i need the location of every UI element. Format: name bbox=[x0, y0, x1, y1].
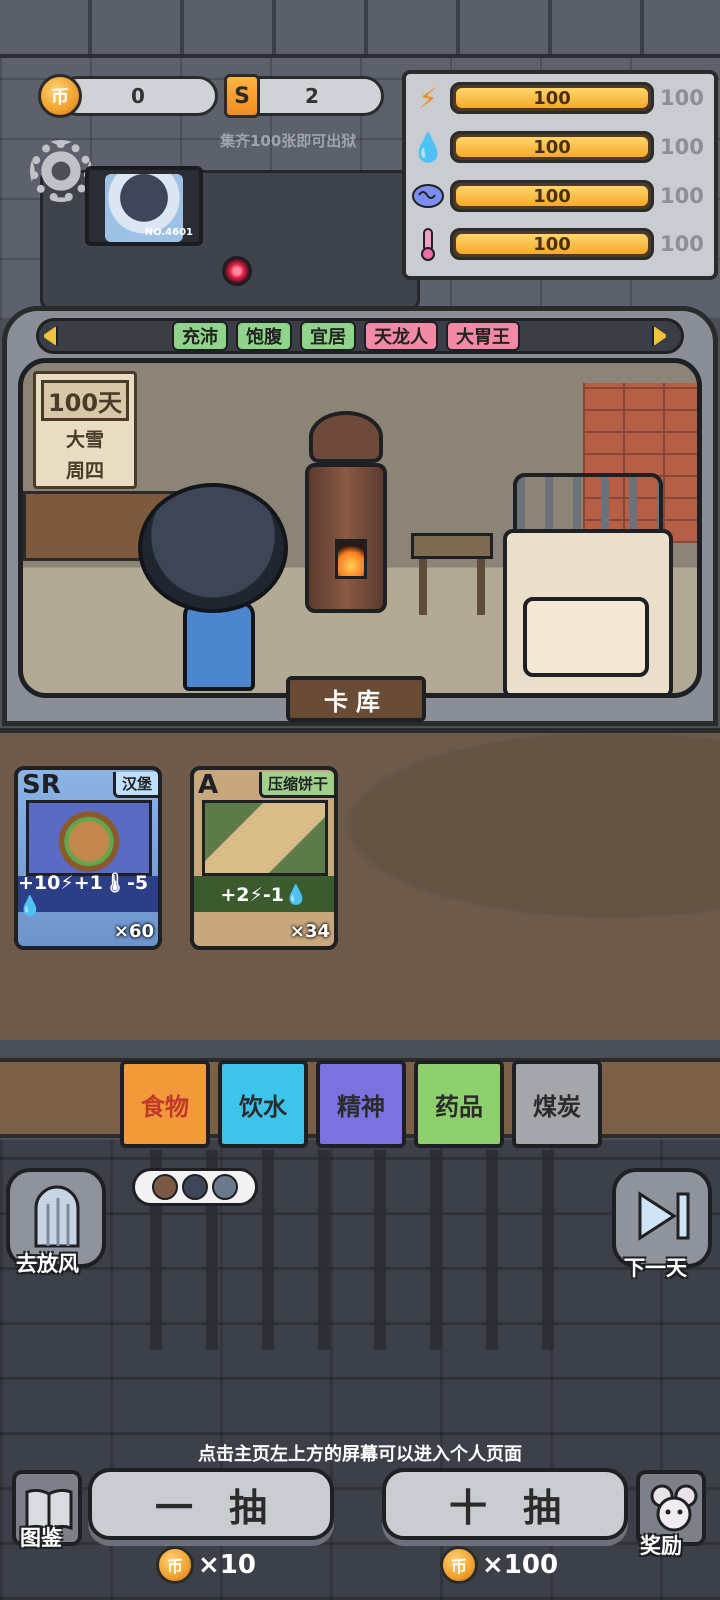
stat-fill: 100 bbox=[456, 234, 648, 255]
ticket-amount: 2 bbox=[305, 84, 319, 108]
stat-bar: 100 bbox=[450, 82, 654, 114]
card-rank: SR bbox=[22, 770, 61, 800]
skip-forward-icon bbox=[638, 1191, 690, 1241]
lightning-icon: ⚡ bbox=[418, 81, 438, 115]
stat-bar: 100 bbox=[450, 131, 654, 163]
tip-text: 点击主页左上方的屏幕可以进入个人页面 bbox=[198, 1444, 522, 1465]
door-icon bbox=[34, 1185, 80, 1248]
reward-label[interactable]: 奖励 bbox=[640, 1530, 682, 1560]
water-drop-icon: 💧 bbox=[410, 130, 446, 164]
stat-water: 💧 100 100 bbox=[410, 127, 710, 167]
ticket-icon: S bbox=[224, 74, 260, 118]
thermometer-icon bbox=[410, 226, 446, 262]
trait-tag[interactable]: 天龙人 bbox=[364, 321, 438, 351]
day-count: 100天 bbox=[40, 380, 130, 421]
stat-max: 100 bbox=[660, 135, 704, 159]
stat-fill: 100 bbox=[456, 137, 648, 158]
coin-icon: 币 bbox=[38, 74, 82, 118]
weekday-label: 周四 bbox=[65, 460, 104, 482]
go-out-label[interactable]: 去放风 bbox=[16, 1248, 79, 1278]
tab-medicine[interactable]: 药品 bbox=[414, 1060, 504, 1148]
stat-fill: 100 bbox=[456, 186, 648, 207]
stat-max: 100 bbox=[660, 184, 704, 208]
visitor-face-icon bbox=[182, 1174, 208, 1200]
stat-max: 100 bbox=[660, 86, 704, 110]
brain-icon bbox=[410, 178, 446, 214]
hamburger-icon bbox=[26, 800, 152, 876]
card-effects: +10⚡+1🌡-5💧 bbox=[18, 872, 158, 917]
card-count: ×34 bbox=[289, 921, 330, 942]
card-name: 汉堡 bbox=[112, 772, 158, 798]
draw-one-cost: 币 ×10 bbox=[156, 1546, 256, 1584]
calendar: 100天 大雪 周四 bbox=[33, 371, 137, 489]
card-storage-title: 卡库 bbox=[286, 676, 426, 722]
visitor-face-icon bbox=[152, 1174, 178, 1200]
stool bbox=[411, 533, 493, 559]
trait-tag[interactable]: 宜居 bbox=[300, 321, 356, 351]
stat-mind: 100 100 bbox=[410, 176, 710, 216]
stove-lid bbox=[309, 411, 383, 463]
card-name: 压缩饼干 bbox=[258, 772, 334, 798]
pillow bbox=[523, 597, 649, 677]
stove[interactable] bbox=[305, 463, 387, 613]
bed-headboard bbox=[513, 473, 663, 533]
coin-icon: 币 bbox=[156, 1546, 194, 1584]
trait-tag[interactable]: 饱腹 bbox=[236, 321, 292, 351]
stat-max: 100 bbox=[660, 232, 704, 256]
tab-food[interactable]: 食物 bbox=[120, 1060, 210, 1148]
draw-ten-button[interactable]: 十抽 bbox=[382, 1468, 628, 1540]
prisoner-body bbox=[183, 601, 255, 691]
tab-coal[interactable]: 煤炭 bbox=[512, 1060, 602, 1148]
card-count: ×60 bbox=[113, 921, 154, 942]
card-compressed-biscuit[interactable]: A 压缩饼干 +2⚡-1💧 ×34 bbox=[190, 766, 338, 950]
stat-warmth: 100 100 bbox=[410, 224, 710, 264]
ticket-hint: 集齐100张即可出狱 bbox=[220, 132, 357, 150]
profile-screen[interactable]: NO.4601 bbox=[85, 166, 203, 246]
weather-label: 大雪 bbox=[65, 429, 104, 451]
card-effects: +2⚡-1💧 bbox=[194, 876, 334, 912]
next-day-label[interactable]: 下一天 bbox=[624, 1252, 687, 1282]
card-rank: A bbox=[198, 770, 219, 800]
fire-icon bbox=[335, 539, 367, 579]
prison-cell-scene: 100天 大雪 周四 bbox=[18, 358, 702, 698]
stat-energy: ⚡ 100 100 bbox=[410, 78, 710, 118]
coin-counter: 0 bbox=[58, 76, 218, 116]
coin-icon: 币 bbox=[440, 1546, 478, 1584]
mouse-icon bbox=[650, 1484, 698, 1532]
card-hamburger[interactable]: SR 汉堡 +10⚡+1🌡-5💧 ×60 bbox=[14, 766, 162, 950]
prisoner-character[interactable] bbox=[138, 483, 288, 613]
ceiling-panel bbox=[0, 0, 720, 58]
draw-ten-cost: 币 ×100 bbox=[440, 1546, 558, 1584]
codex-label[interactable]: 图鉴 bbox=[20, 1522, 62, 1552]
stat-fill: 100 bbox=[456, 88, 648, 109]
stat-bar: 100 bbox=[450, 228, 654, 260]
draw-one-button[interactable]: 一抽 bbox=[88, 1468, 334, 1540]
biscuit-icon bbox=[202, 800, 328, 876]
visitor-face-icon bbox=[212, 1174, 238, 1200]
coin-amount: 0 bbox=[131, 84, 145, 108]
prisoner-number: NO.4601 bbox=[144, 227, 193, 238]
trait-tag[interactable]: 充沛 bbox=[172, 321, 228, 351]
trait-tag[interactable]: 大胃王 bbox=[446, 321, 520, 351]
settings-gear-icon[interactable] bbox=[30, 140, 92, 202]
stool-legs bbox=[419, 559, 485, 615]
ticket-counter: 2 bbox=[240, 76, 384, 116]
tab-mind[interactable]: 精神 bbox=[316, 1060, 406, 1148]
trait-tags: 充沛 饱腹 宜居 天龙人 大胃王 bbox=[172, 321, 520, 351]
alarm-light bbox=[222, 256, 252, 286]
visitor-thought-bubble bbox=[132, 1168, 258, 1206]
tab-water[interactable]: 饮水 bbox=[218, 1060, 308, 1148]
stat-bar: 100 bbox=[450, 180, 654, 212]
